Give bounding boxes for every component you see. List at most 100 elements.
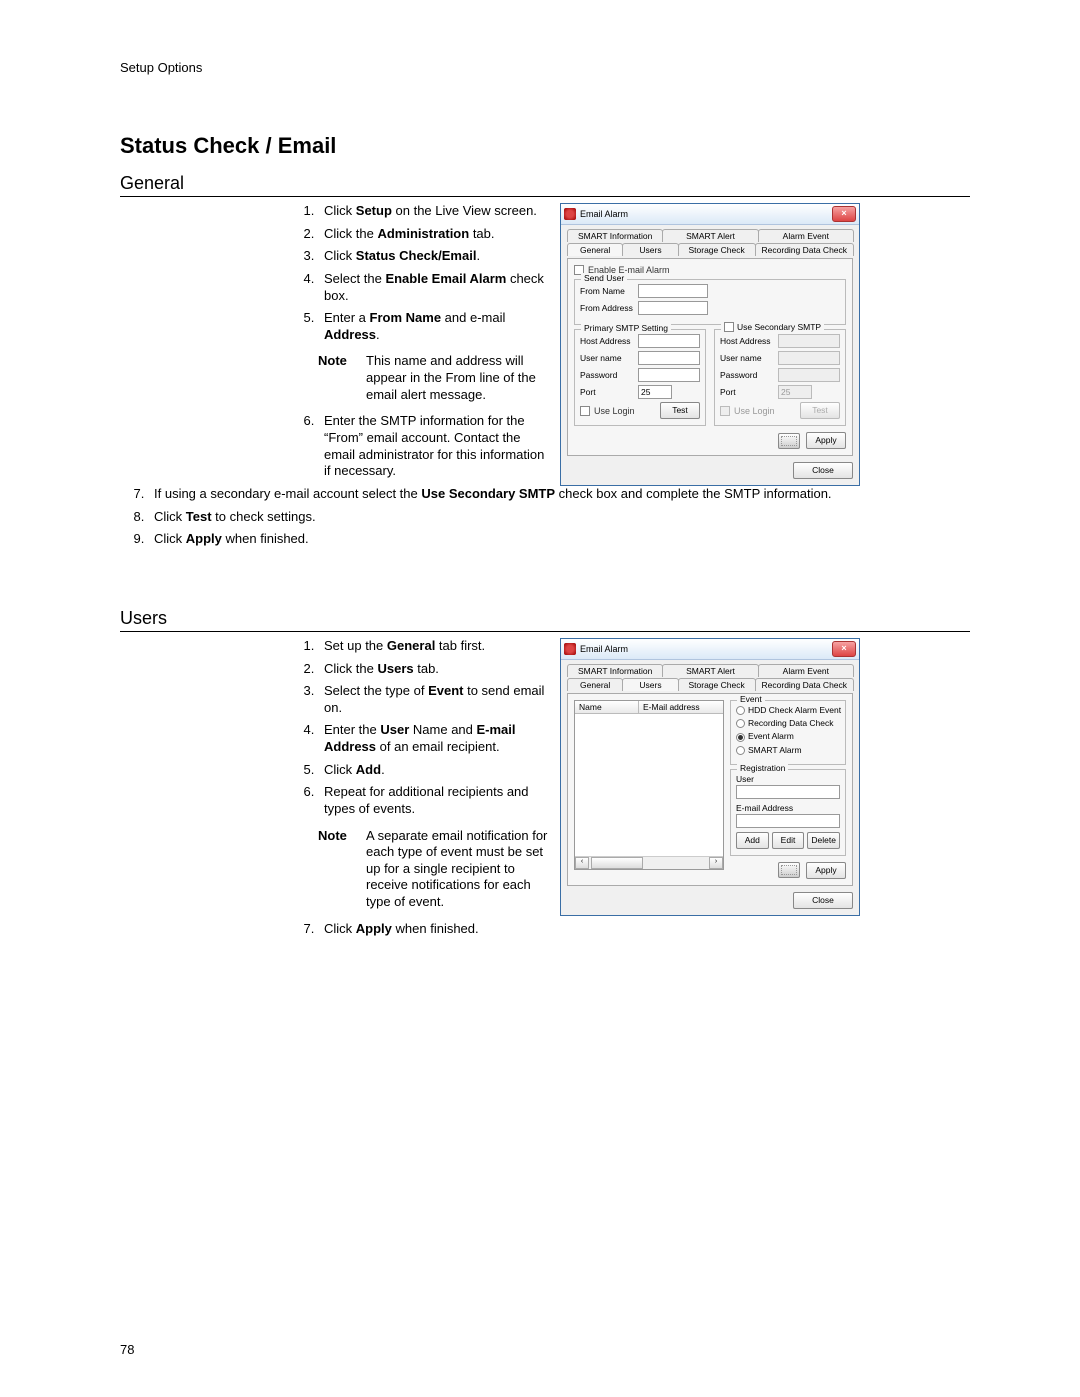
tab-recording-data-check[interactable]: Recording Data Check bbox=[755, 678, 854, 691]
primary-smtp-legend: Primary SMTP Setting bbox=[581, 323, 671, 333]
scroll-thumb[interactable] bbox=[591, 857, 643, 869]
app-icon bbox=[564, 643, 576, 655]
tab-smart-alert[interactable]: SMART Alert bbox=[662, 229, 758, 242]
scroll-right-icon[interactable]: › bbox=[709, 857, 723, 869]
col-email[interactable]: E-Mail address bbox=[639, 701, 723, 713]
primary-password-input[interactable] bbox=[638, 368, 700, 382]
edit-button[interactable]: Edit bbox=[772, 832, 805, 849]
dialog-titlebar[interactable]: Email Alarm × bbox=[561, 204, 859, 225]
primary-host-input[interactable] bbox=[638, 334, 700, 348]
tab-users[interactable]: Users bbox=[622, 678, 678, 691]
close-button[interactable]: Close bbox=[793, 462, 853, 479]
general-step-3: Click Status Check/Email. bbox=[318, 248, 550, 265]
tab-alarm-event[interactable]: Alarm Event bbox=[758, 664, 854, 677]
dialog-titlebar[interactable]: Email Alarm × bbox=[561, 639, 859, 660]
tab-storage-check[interactable]: Storage Check bbox=[678, 678, 756, 691]
app-icon bbox=[564, 208, 576, 220]
secondary-use-login-checkbox bbox=[720, 406, 730, 416]
registration-legend: Registration bbox=[737, 763, 788, 773]
primary-host-label: Host Address bbox=[580, 336, 638, 346]
radio-recording-data[interactable]: Recording Data Check bbox=[736, 718, 840, 728]
add-button[interactable]: Add bbox=[736, 832, 769, 849]
primary-user-input[interactable] bbox=[638, 351, 700, 365]
secondary-user-input[interactable] bbox=[778, 351, 840, 365]
tab-general[interactable]: General bbox=[567, 243, 623, 256]
users-step-6: Repeat for additional recipients and typ… bbox=[318, 784, 550, 910]
page-header: Setup Options bbox=[120, 60, 970, 75]
tab-recording-data-check[interactable]: Recording Data Check bbox=[755, 243, 854, 256]
general-steps: Click Setup on the Live View screen. Cli… bbox=[290, 203, 550, 480]
primary-user-label: User name bbox=[580, 353, 638, 363]
users-step-1: Set up the General tab first. bbox=[318, 638, 550, 655]
delete-button[interactable]: Delete bbox=[807, 832, 840, 849]
general-step-8: Click Test to check settings. bbox=[148, 509, 970, 526]
note-label: Note bbox=[318, 828, 366, 911]
email-alarm-users-dialog: Email Alarm × SMART Information SMART Al… bbox=[560, 638, 860, 916]
keyboard-icon[interactable] bbox=[778, 862, 800, 878]
from-address-label: From Address bbox=[580, 303, 638, 313]
recipients-table[interactable]: Name E-Mail address ‹ › bbox=[574, 700, 724, 870]
user-input[interactable] bbox=[736, 785, 840, 799]
secondary-host-input[interactable] bbox=[778, 334, 840, 348]
dialog-title: Email Alarm bbox=[580, 209, 832, 219]
from-name-input[interactable] bbox=[638, 284, 708, 298]
note-label: Note bbox=[318, 353, 366, 403]
users-step-7: Click Apply when finished. bbox=[318, 921, 550, 938]
tab-alarm-event[interactable]: Alarm Event bbox=[758, 229, 854, 242]
keyboard-icon[interactable] bbox=[778, 433, 800, 449]
general-step-9: Click Apply when finished. bbox=[148, 531, 970, 548]
users-step-4: Enter the User Name and E-mail Address o… bbox=[318, 722, 550, 755]
note-text: This name and address will appear in the… bbox=[366, 353, 550, 403]
primary-port-label: Port bbox=[580, 387, 638, 397]
primary-port-input[interactable]: 25 bbox=[638, 385, 672, 399]
primary-use-login-label: Use Login bbox=[594, 406, 635, 416]
users-steps: Set up the General tab first. Click the … bbox=[290, 638, 550, 937]
page-number: 78 bbox=[120, 1342, 134, 1357]
primary-test-button[interactable]: Test bbox=[660, 402, 700, 419]
horizontal-scrollbar[interactable]: ‹ › bbox=[575, 856, 723, 869]
page-title: Status Check / Email bbox=[120, 133, 970, 159]
general-step-7: If using a secondary e-mail account sele… bbox=[148, 486, 970, 503]
secondary-password-input[interactable] bbox=[778, 368, 840, 382]
email-alarm-general-dialog: Email Alarm × SMART Information SMART Al… bbox=[560, 203, 860, 486]
close-button[interactable]: Close bbox=[793, 892, 853, 909]
radio-smart-alarm[interactable]: SMART Alarm bbox=[736, 745, 840, 755]
tab-smart-alert[interactable]: SMART Alert bbox=[662, 664, 758, 677]
general-step-5: Enter a From Name and e-mail Address. No… bbox=[318, 310, 550, 403]
tab-storage-check[interactable]: Storage Check bbox=[678, 243, 756, 256]
secondary-smtp-legend: Use Secondary SMTP bbox=[737, 322, 821, 332]
primary-password-label: Password bbox=[580, 370, 638, 380]
secondary-user-label: User name bbox=[720, 353, 778, 363]
tab-smart-information[interactable]: SMART Information bbox=[567, 229, 663, 242]
tab-users[interactable]: Users bbox=[622, 243, 678, 256]
close-icon[interactable]: × bbox=[832, 641, 856, 657]
radio-event-alarm[interactable]: Event Alarm bbox=[736, 731, 840, 741]
from-address-input[interactable] bbox=[638, 301, 708, 315]
tab-general[interactable]: General bbox=[567, 678, 623, 691]
apply-button[interactable]: Apply bbox=[806, 432, 846, 449]
email-address-input[interactable] bbox=[736, 814, 840, 828]
col-name[interactable]: Name bbox=[575, 701, 639, 713]
use-secondary-smtp-checkbox[interactable] bbox=[724, 322, 734, 332]
primary-use-login-checkbox[interactable] bbox=[580, 406, 590, 416]
users-step-2: Click the Users tab. bbox=[318, 661, 550, 678]
users-step-5: Click Add. bbox=[318, 762, 550, 779]
secondary-test-button: Test bbox=[800, 402, 840, 419]
secondary-password-label: Password bbox=[720, 370, 778, 380]
general-step-6: Enter the SMTP information for the “From… bbox=[318, 413, 550, 480]
secondary-host-label: Host Address bbox=[720, 336, 778, 346]
apply-button[interactable]: Apply bbox=[806, 862, 846, 879]
scroll-left-icon[interactable]: ‹ bbox=[575, 857, 589, 869]
general-steps-cont: If using a secondary e-mail account sele… bbox=[120, 486, 970, 548]
from-name-label: From Name bbox=[580, 286, 638, 296]
note-text: A separate email notification for each t… bbox=[366, 828, 550, 911]
radio-hdd-check[interactable]: HDD Check Alarm Event bbox=[736, 705, 840, 715]
tab-smart-information[interactable]: SMART Information bbox=[567, 664, 663, 677]
secondary-port-input[interactable]: 25 bbox=[778, 385, 812, 399]
users-step-3: Select the type of Event to send email o… bbox=[318, 683, 550, 716]
secondary-use-login-label: Use Login bbox=[734, 406, 775, 416]
send-user-legend: Send User bbox=[581, 273, 627, 283]
general-step-4: Select the Enable Email Alarm check box. bbox=[318, 271, 550, 304]
secondary-port-label: Port bbox=[720, 387, 778, 397]
close-icon[interactable]: × bbox=[832, 206, 856, 222]
